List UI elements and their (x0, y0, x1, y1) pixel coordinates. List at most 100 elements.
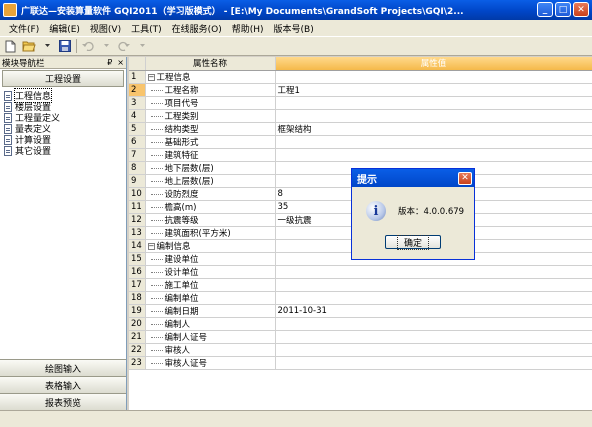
property-name-cell[interactable]: 地上层数(层) (145, 174, 276, 188)
property-value-cell[interactable]: 框架结构 (275, 122, 592, 136)
table-row[interactable]: 1− 工程信息 (129, 70, 592, 84)
table-row[interactable]: 5 结构类型 框架结构 (129, 122, 592, 136)
tab-table-input[interactable]: 表格输入 (0, 376, 126, 393)
tree-branch-line (150, 115, 163, 117)
tree-branch-line (150, 271, 163, 273)
tree-branch-line (150, 167, 163, 169)
property-name-cell[interactable]: 审核人 (145, 343, 276, 357)
menu-tools[interactable]: 工具(T) (126, 22, 167, 35)
tab-report-preview[interactable]: 报表预览 (0, 393, 126, 410)
property-name-cell[interactable]: 建筑面积(平方米) (145, 226, 276, 240)
maximize-button[interactable]: □ (555, 2, 571, 17)
property-name-cell[interactable]: − 工程信息 (145, 70, 276, 84)
redo-icon[interactable] (117, 39, 131, 53)
dialog-close-button[interactable]: ✕ (458, 171, 472, 185)
save-icon[interactable] (58, 39, 72, 53)
menu-online-service[interactable]: 在线服务(O) (167, 22, 227, 35)
property-name-cell[interactable]: 设防烈度 (145, 187, 276, 201)
property-name-cell[interactable]: 项目代号 (145, 96, 276, 110)
tab-drawing-input[interactable]: 绘图输入 (0, 359, 126, 376)
property-value-cell[interactable] (275, 70, 592, 84)
tree-branch-line (150, 310, 163, 312)
property-name-cell[interactable]: 建筑特征 (145, 148, 276, 162)
nav-item-other-settings[interactable]: 其它设置 (4, 145, 122, 157)
property-value-cell[interactable] (275, 330, 592, 344)
redo-dropdown-icon[interactable] (135, 39, 149, 53)
property-value-cell[interactable]: 工程1 (275, 83, 592, 97)
property-value-cell[interactable] (275, 265, 592, 279)
column-header-value[interactable]: 属性值 (275, 57, 592, 71)
property-value-cell[interactable] (275, 96, 592, 110)
table-row[interactable]: 19 编制日期 2011-10-31 (129, 304, 592, 318)
document-icon (4, 90, 12, 101)
menu-file[interactable]: 文件(F) (4, 22, 44, 35)
table-row[interactable]: 16 设计单位 (129, 265, 592, 279)
tree-branch-line (150, 206, 163, 208)
property-name-cell[interactable]: 结构类型 (145, 122, 276, 136)
property-value-cell[interactable] (275, 343, 592, 357)
property-name: 工程信息 (156, 72, 191, 83)
table-row[interactable]: 22 审核人 (129, 343, 592, 357)
property-name-cell[interactable]: 地下层数(层) (145, 161, 276, 175)
table-row[interactable]: 3 项目代号 (129, 96, 592, 110)
open-folder-icon[interactable] (22, 39, 36, 53)
property-value-cell[interactable] (275, 317, 592, 331)
property-name-cell[interactable]: 编制单位 (145, 291, 276, 305)
menu-version[interactable]: 版本号(B) (269, 22, 319, 35)
property-name-cell[interactable]: 施工单位 (145, 278, 276, 292)
table-row[interactable]: 7 建筑特征 (129, 148, 592, 162)
close-button[interactable]: ✕ (573, 2, 589, 17)
collapse-toggle-icon[interactable]: − (147, 242, 155, 250)
property-name: 结构类型 (164, 124, 199, 135)
dropdown-arrow-icon[interactable] (40, 39, 54, 53)
property-name-cell[interactable]: 编制人 (145, 317, 276, 331)
property-name-cell[interactable]: 编制人证号 (145, 330, 276, 344)
tree-branch-line (150, 89, 163, 91)
tree-branch-line (150, 258, 163, 260)
property-value-cell[interactable]: 2011-10-31 (275, 304, 592, 318)
tree-branch-line (150, 297, 163, 299)
property-name-cell[interactable]: 编制日期 (145, 304, 276, 318)
property-name-cell[interactable]: 工程类别 (145, 109, 276, 123)
property-name-cell[interactable]: 抗震等级 (145, 213, 276, 227)
table-row[interactable]: 17 施工单位 (129, 278, 592, 292)
new-file-icon[interactable] (4, 39, 18, 53)
property-value-cell[interactable] (275, 278, 592, 292)
table-row[interactable]: 2 工程名称 工程1 (129, 83, 592, 97)
property-name-cell[interactable]: 工程名称 (145, 83, 276, 97)
row-number: 5 (129, 122, 146, 136)
tree-branch-line (150, 180, 163, 182)
menu-view[interactable]: 视图(V) (85, 22, 126, 35)
collapse-toggle-icon[interactable]: − (147, 73, 155, 81)
property-name: 审核人证号 (164, 358, 208, 369)
undo-dropdown-icon[interactable] (99, 39, 113, 53)
property-value-cell[interactable] (275, 148, 592, 162)
menu-edit[interactable]: 编辑(E) (44, 22, 85, 35)
property-name-cell[interactable]: 审核人证号 (145, 356, 276, 370)
table-row[interactable]: 21 编制人证号 (129, 330, 592, 344)
ok-button[interactable]: 确定 (385, 234, 441, 250)
minimize-button[interactable]: _ (537, 2, 553, 17)
pin-icon[interactable]: ₽ (107, 58, 112, 67)
property-name-cell[interactable]: 基础形式 (145, 135, 276, 149)
property-name-cell[interactable]: − 编制信息 (145, 239, 276, 253)
table-row[interactable]: 23 审核人证号 (129, 356, 592, 370)
property-value-cell[interactable] (275, 109, 592, 123)
property-name-cell[interactable]: 建设单位 (145, 252, 276, 266)
tab-project-settings[interactable]: 工程设置 (2, 70, 124, 87)
close-panel-icon[interactable]: × (117, 58, 124, 67)
property-name-cell[interactable]: 檐高(m) (145, 200, 276, 214)
property-name: 编制人证号 (164, 332, 208, 343)
property-value-cell[interactable] (275, 291, 592, 305)
menu-help[interactable]: 帮助(H) (227, 22, 269, 35)
table-row[interactable]: 20 编制人 (129, 317, 592, 331)
undo-icon[interactable] (81, 39, 95, 53)
property-name-cell[interactable]: 设计单位 (145, 265, 276, 279)
property-value-cell[interactable] (275, 356, 592, 370)
table-row[interactable]: 6 基础形式 (129, 135, 592, 149)
property-value-cell[interactable] (275, 135, 592, 149)
table-row[interactable]: 18 编制单位 (129, 291, 592, 305)
table-row[interactable]: 4 工程类别 (129, 109, 592, 123)
info-icon: i (366, 201, 386, 221)
column-header-name[interactable]: 属性名称 (145, 57, 276, 71)
